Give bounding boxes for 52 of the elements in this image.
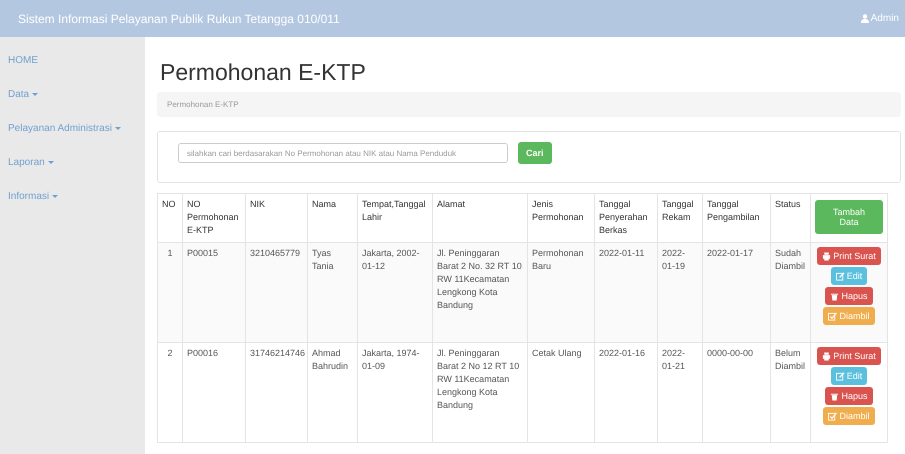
table-cell: 2 bbox=[158, 342, 182, 442]
table-cell: Jl. Peninggaran Barat 2 No. 32 RT 10 RW 11Kecamatan Lengkong Kota Bandung bbox=[432, 242, 528, 342]
delete-button[interactable]: Hapus bbox=[825, 387, 872, 405]
breadcrumb: Permohonan E-KTP bbox=[157, 92, 901, 117]
taken-button[interactable]: Diambil bbox=[823, 407, 874, 425]
table-cell: 1 bbox=[158, 242, 182, 342]
printer-icon bbox=[822, 352, 832, 360]
table-cell: P00016 bbox=[182, 342, 246, 442]
add-data-button[interactable]: Tambah Data bbox=[815, 200, 883, 234]
trash-icon bbox=[830, 292, 840, 300]
table-cell: Jakarta, 1974-01-09 bbox=[358, 342, 432, 442]
page-title: Permohonan E-KTP bbox=[160, 59, 367, 86]
table-cell: Cetak Ulang bbox=[528, 342, 594, 442]
sidebar-item[interactable]: HOME bbox=[0, 43, 145, 77]
delete-button[interactable]: Hapus bbox=[825, 287, 872, 305]
app-title: Sistem Informasi Pelayanan Publik Rukun Tetangga 010/011 bbox=[18, 12, 340, 26]
print-button[interactable]: Print Surat bbox=[817, 347, 881, 365]
check-icon bbox=[828, 412, 838, 420]
printer-icon bbox=[822, 252, 832, 260]
trash-icon bbox=[830, 392, 840, 400]
edit-icon bbox=[836, 372, 845, 380]
table-cell: 2022-01-19 bbox=[658, 242, 702, 342]
table-cell: Permohonan Baru bbox=[528, 242, 594, 342]
table-cell: Tyas Tania bbox=[308, 242, 358, 342]
search-field[interactable]: silahkan cari berdasarakan No Permohonan atau NIK atau Nama Penduduk bbox=[178, 143, 508, 163]
print-button[interactable]: Print Surat bbox=[817, 247, 881, 265]
table-cell: Jl. Peninggaran Barat 2 No 12 RT 10 RW 11Kecamatan Lengkong Kota Bandung bbox=[432, 342, 528, 442]
table-cell: 31746214746 bbox=[246, 342, 308, 442]
sidebar-item[interactable]: Informasi bbox=[0, 179, 145, 213]
check-icon bbox=[828, 312, 838, 320]
edit-icon bbox=[836, 272, 845, 280]
sidebar-item[interactable]: Pelayanan Administrasi bbox=[0, 111, 145, 145]
table-cell: 2022-01-21 bbox=[658, 342, 702, 442]
table-cell: Jakarta, 2002-01-12 bbox=[358, 242, 432, 342]
user-icon bbox=[860, 14, 869, 23]
table-cell: Ahmad Bahrudin bbox=[308, 342, 358, 442]
search-button[interactable]: Cari bbox=[518, 142, 552, 164]
edit-button[interactable]: Edit bbox=[830, 267, 868, 285]
table-cell: 2022-01-11 bbox=[594, 242, 658, 342]
sidebar-item[interactable]: Laporan bbox=[0, 145, 145, 179]
table-cell: 2022-01-16 bbox=[594, 342, 658, 442]
table-cell: Sudah Diambil bbox=[770, 242, 810, 342]
sidebar-item[interactable]: Data bbox=[0, 77, 145, 111]
table-cell: P00015 bbox=[182, 242, 246, 342]
user-menu[interactable]: Admin bbox=[860, 13, 899, 24]
table-cell: 2022-01-17 bbox=[702, 242, 770, 342]
table-cell: 0000-00-00 bbox=[702, 342, 770, 442]
edit-button[interactable]: Edit bbox=[830, 367, 868, 385]
taken-button[interactable]: Diambil bbox=[823, 307, 874, 325]
table-cell: Belum Diambil bbox=[770, 342, 810, 442]
column-header: NO bbox=[158, 194, 182, 242]
table-cell: 3210465779 bbox=[246, 242, 308, 342]
